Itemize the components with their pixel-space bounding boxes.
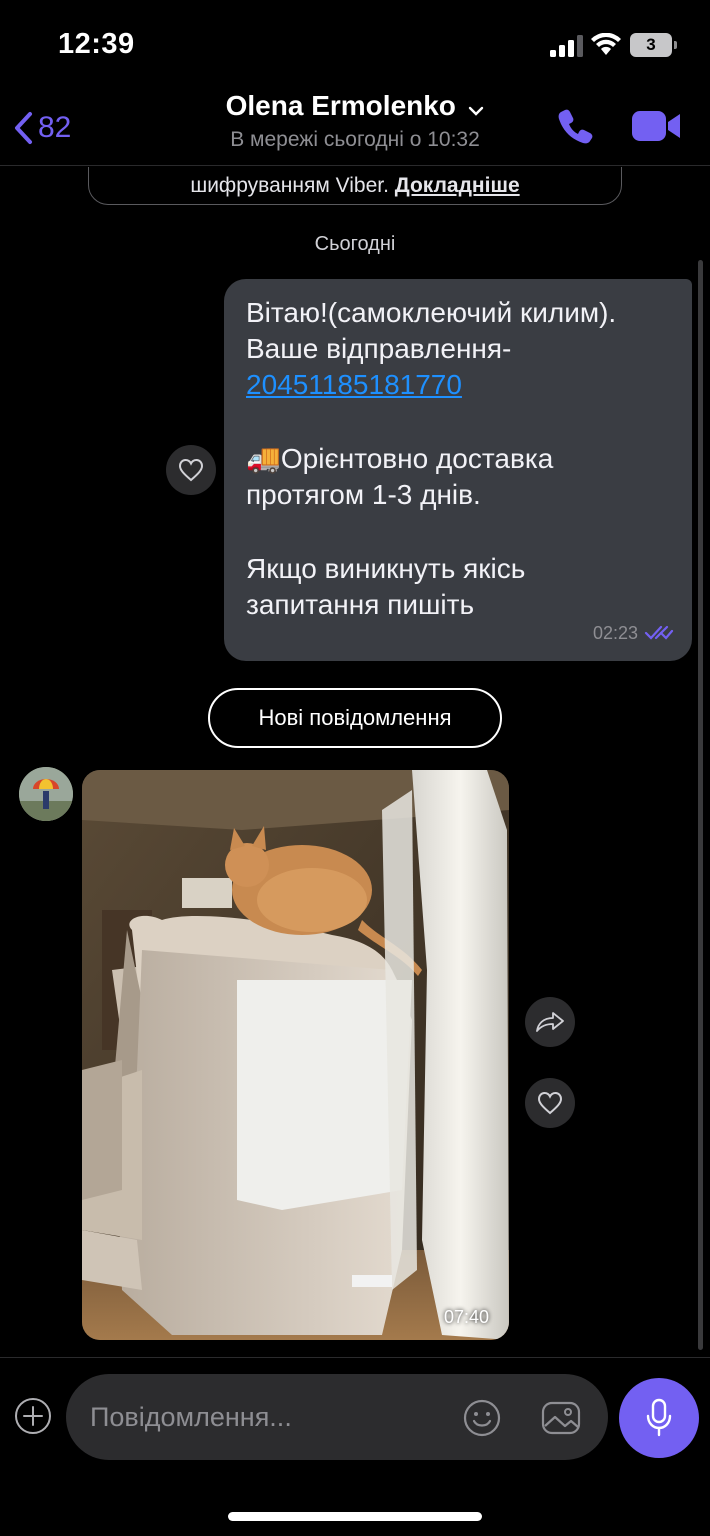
gallery-icon[interactable] xyxy=(540,1398,582,1438)
forward-button[interactable] xyxy=(525,997,575,1047)
message-input[interactable] xyxy=(90,1374,450,1460)
message-line: Вітаю!(самоклеючий килим). xyxy=(246,297,617,328)
contact-title[interactable]: Olena Ermolenko В мережі сьогодні о 10:3… xyxy=(160,90,550,152)
video-call-icon[interactable] xyxy=(630,106,682,146)
contact-name: Olena Ermolenko xyxy=(225,90,456,121)
photo-message[interactable]: 07:40 xyxy=(82,770,509,1340)
presence-status: В мережі сьогодні о 10:32 xyxy=(230,128,480,151)
message-time: 02:23 xyxy=(592,623,638,643)
status-time: 12:39 xyxy=(58,28,135,60)
forward-arrow-icon xyxy=(536,1012,564,1032)
message-input-box[interactable] xyxy=(66,1374,608,1460)
sticker-smile-icon[interactable] xyxy=(462,1398,502,1438)
battery-icon: 3 xyxy=(630,33,678,57)
like-button[interactable] xyxy=(166,445,216,495)
avatar[interactable] xyxy=(19,767,73,821)
message-line: Ваше відправлення- xyxy=(246,333,512,364)
date-separator: Сьогодні xyxy=(314,233,396,255)
scrollbar[interactable] xyxy=(698,260,703,1350)
message-line: протягом 1-3 днів. xyxy=(246,479,481,510)
cat-on-sofa-photo xyxy=(82,770,509,1340)
chat-area[interactable]: шифруванням Viber. Докладніше Сьогодні В… xyxy=(0,167,710,1357)
message-line: Орієнтовно доставка xyxy=(280,443,554,474)
chevron-down-icon xyxy=(469,106,484,116)
encryption-text: шифруванням Viber. xyxy=(190,174,389,197)
avatar-image xyxy=(19,767,73,821)
message-line: Якщо виникнуть якісь xyxy=(246,553,526,584)
cellular-signal-icon xyxy=(550,35,583,57)
truck-emoji: 🚚 xyxy=(246,443,281,474)
unread-count: 82 xyxy=(38,111,72,144)
double-check-icon xyxy=(644,625,674,640)
chat-header: 82 Olena Ermolenko В мережі сьогодні о 1… xyxy=(0,86,710,166)
back-button[interactable]: 82 xyxy=(12,106,71,150)
plus-icon[interactable] xyxy=(14,1397,52,1435)
chevron-left-icon xyxy=(15,112,32,144)
learn-more-link[interactable]: Докладніше xyxy=(395,174,520,197)
home-indicator xyxy=(228,1512,482,1521)
tracking-number-link[interactable]: 20451185181770 xyxy=(246,369,462,400)
status-bar: 12:39 3 xyxy=(0,0,710,86)
microphone-icon xyxy=(646,1398,672,1437)
wifi-icon xyxy=(591,33,621,55)
new-messages-divider[interactable]: Нові повідомлення xyxy=(208,688,502,748)
voice-message-button[interactable] xyxy=(619,1378,699,1458)
outgoing-message[interactable]: Вітаю!(самоклеючий килим). Ваше відправл… xyxy=(224,279,692,661)
heart-icon xyxy=(537,1091,563,1115)
heart-icon xyxy=(178,458,204,482)
encryption-notice: шифруванням Viber. Докладніше xyxy=(88,167,622,205)
like-button[interactable] xyxy=(525,1078,575,1128)
phone-icon[interactable] xyxy=(556,106,596,146)
photo-time: 07:40 xyxy=(443,1307,489,1327)
message-meta: 02:23 xyxy=(593,615,674,651)
message-composer xyxy=(0,1357,710,1536)
battery-level: 3 xyxy=(630,33,672,57)
